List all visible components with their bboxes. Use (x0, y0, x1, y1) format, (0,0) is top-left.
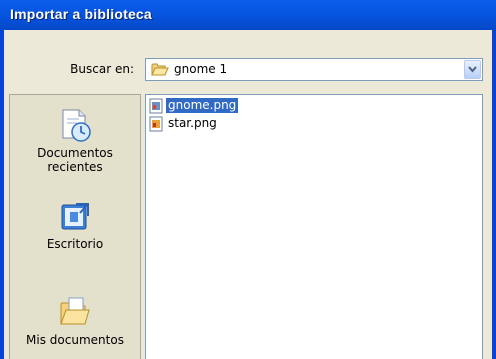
look-in-dropdown[interactable]: gnome 1 (145, 58, 483, 81)
place-my-documents[interactable]: Mis documentos (10, 294, 140, 347)
chevron-down-icon (468, 66, 477, 73)
place-recent-documents[interactable]: Documentos recientes (10, 107, 140, 174)
dropdown-button[interactable] (464, 60, 481, 79)
place-label: Mis documentos (26, 333, 124, 347)
place-label: recientes (47, 160, 103, 174)
look-in-label: Buscar en: (70, 62, 134, 76)
folder-icon (151, 62, 169, 81)
place-desktop[interactable]: Escritorio (10, 200, 140, 251)
my-documents-icon (60, 297, 90, 325)
look-in-value: gnome 1 (174, 62, 228, 76)
window-frame-left (0, 30, 4, 359)
window-title: Importar a biblioteca (10, 6, 152, 22)
recent-documents-icon (62, 109, 91, 142)
file-name: gnome.png (166, 98, 239, 113)
list-item[interactable]: star.png (148, 115, 219, 132)
png-file-icon (149, 116, 163, 131)
desktop-icon (61, 203, 89, 230)
png-file-icon (149, 98, 163, 113)
window-frame-right (492, 30, 496, 359)
file-list[interactable]: gnome.png star.png (145, 94, 483, 359)
place-label: Documentos (37, 146, 113, 160)
places-bar: Documentos recientes Escritorio Mis docu… (9, 94, 141, 359)
list-item[interactable]: gnome.png (148, 97, 239, 114)
title-bar[interactable]: Importar a biblioteca (0, 0, 496, 30)
place-label: Escritorio (46, 237, 104, 251)
file-name: star.png (168, 116, 217, 130)
